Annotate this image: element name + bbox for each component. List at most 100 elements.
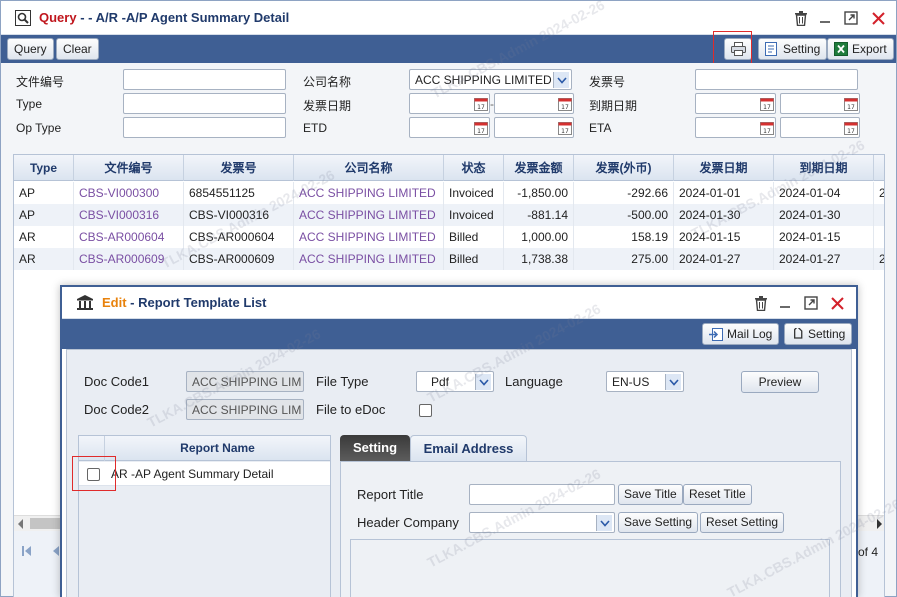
minimize-icon[interactable] (776, 294, 794, 312)
op-type-input[interactable] (123, 117, 286, 138)
chevron-down-icon[interactable] (665, 374, 681, 390)
invoice-date-label: 发票日期 (303, 99, 352, 113)
col-header-invoice-date[interactable]: 发票日期 (674, 155, 774, 181)
company-select[interactable]: ACC SHIPPING LIMITED (409, 69, 572, 90)
etd-from[interactable]: 17 (409, 117, 490, 138)
type-input[interactable] (123, 93, 286, 114)
cell-type: AR (14, 226, 74, 248)
eta-to[interactable]: 17 (780, 117, 860, 138)
dialog-setting-button[interactable]: Setting (784, 323, 853, 345)
scroll-right-icon[interactable] (877, 519, 882, 529)
mail-log-button[interactable]: Mail Log (702, 323, 780, 345)
tab-email-address[interactable]: Email Address (410, 435, 527, 461)
tab-setting[interactable]: Setting (340, 435, 410, 461)
col-header-status[interactable]: 状态 (444, 155, 504, 181)
col-header-due-date[interactable]: 到期日期 (774, 155, 874, 181)
cell-doc-no-link[interactable]: CBS-VI000300 (74, 182, 184, 204)
calendar-icon[interactable]: 17 (558, 97, 572, 111)
etd-label: ETD (303, 121, 327, 135)
invoice-date-from[interactable]: 17 (409, 93, 490, 114)
close-icon[interactable] (869, 9, 887, 27)
scroll-thumb[interactable] (30, 518, 60, 529)
header-company-select[interactable] (469, 512, 615, 533)
col-header-amount[interactable]: 发票金额 (504, 155, 574, 181)
calendar-icon[interactable]: 17 (474, 121, 488, 135)
reset-setting-button[interactable]: Reset Setting (700, 512, 785, 533)
close-icon[interactable] (828, 294, 846, 312)
minimize-icon[interactable] (816, 9, 834, 27)
cell-doc-no-link[interactable]: CBS-AR000604 (74, 226, 184, 248)
etd-to[interactable]: 17 (494, 117, 574, 138)
col-header-company[interactable]: 公司名称 (294, 155, 444, 181)
cell-foreign-amount: 158.19 (574, 226, 674, 248)
maximize-icon[interactable] (842, 9, 860, 27)
cell-amount: 1,738.38 (504, 248, 574, 270)
setting-button[interactable]: Setting (758, 38, 828, 60)
calendar-icon[interactable]: 17 (760, 121, 774, 135)
cell-company-link[interactable]: ACC SHIPPING LIMITED (294, 204, 444, 226)
dialog-title: Edit - Report Template List (102, 295, 266, 310)
file-type-select[interactable]: Pdf (416, 371, 494, 392)
cell-company-link[interactable]: ACC SHIPPING LIMITED (294, 226, 444, 248)
calendar-icon[interactable]: 17 (844, 97, 858, 111)
chevron-down-icon[interactable] (553, 72, 569, 88)
cell-overflow: 2 (874, 248, 884, 270)
cell-overflow: 2 (874, 182, 884, 204)
query-button[interactable]: Query (7, 38, 54, 60)
table-row[interactable]: AP CBS-VI000300 6854551125 ACC SHIPPING … (14, 182, 884, 204)
cell-company-link[interactable]: ACC SHIPPING LIMITED (294, 182, 444, 204)
report-name-header[interactable]: Report Name (105, 436, 330, 461)
cell-company-link[interactable]: ACC SHIPPING LIMITED (294, 248, 444, 270)
preview-button[interactable]: Preview (741, 371, 819, 393)
cell-due-date: 2024-01-15 (774, 226, 874, 248)
table-row[interactable]: AR CBS-AR000604 CBS-AR000604 ACC SHIPPIN… (14, 226, 884, 248)
prev-page-icon[interactable] (52, 545, 60, 557)
doc-no-input[interactable] (123, 69, 286, 90)
trash-icon[interactable] (792, 9, 810, 27)
invoice-date-to[interactable]: 17 (494, 93, 574, 114)
table-row[interactable]: AR CBS-AR000609 CBS-AR000609 ACC SHIPPIN… (14, 248, 884, 270)
doc-code2-input: ACC SHIPPING LIM (186, 399, 304, 420)
file-to-edoc-checkbox[interactable] (419, 404, 432, 417)
window-title-prefix: Query (39, 10, 77, 25)
trash-icon[interactable] (752, 294, 770, 312)
svg-text:17: 17 (561, 104, 569, 111)
reset-title-button[interactable]: Reset Title (683, 484, 752, 505)
calendar-icon[interactable]: 17 (558, 121, 572, 135)
maximize-icon[interactable] (802, 294, 820, 312)
excel-icon (834, 42, 848, 56)
cell-status: Invoiced (444, 182, 504, 204)
calendar-icon[interactable]: 17 (474, 97, 488, 111)
save-title-button[interactable]: Save Title (618, 484, 683, 505)
chevron-down-icon[interactable] (475, 374, 491, 390)
eta-from[interactable]: 17 (695, 117, 776, 138)
list-item[interactable]: AR -AP Agent Summary Detail (79, 462, 330, 486)
col-header-doc-no[interactable]: 文件编号 (74, 155, 184, 181)
svg-text:17: 17 (561, 128, 569, 135)
first-page-icon[interactable] (22, 545, 32, 557)
cell-invoice-no: CBS-VI000316 (184, 204, 294, 226)
cell-amount: 1,000.00 (504, 226, 574, 248)
table-row[interactable]: AP CBS-VI000316 CBS-VI000316 ACC SHIPPIN… (14, 204, 884, 226)
clear-button[interactable]: Clear (56, 38, 99, 60)
cell-doc-no-link[interactable]: CBS-AR000609 (74, 248, 184, 270)
calendar-icon[interactable]: 17 (844, 121, 858, 135)
due-date-from[interactable]: 17 (695, 93, 776, 114)
col-header-type[interactable]: Type (14, 155, 74, 181)
calendar-icon[interactable]: 17 (760, 97, 774, 111)
save-setting-button[interactable]: Save Setting (618, 512, 699, 533)
col-header-invoice-no[interactable]: 发票号 (184, 155, 294, 181)
col-header-foreign-amount[interactable]: 发票(外币) (574, 155, 674, 181)
export-button[interactable]: Export (827, 38, 894, 60)
due-date-to[interactable]: 17 (780, 93, 860, 114)
cell-doc-no-link[interactable]: CBS-VI000316 (74, 204, 184, 226)
report-template-dialog: Edit - Report Template List Mail Log Set… (60, 285, 897, 597)
scroll-left-icon[interactable] (18, 519, 23, 529)
chevron-down-icon[interactable] (596, 515, 612, 531)
type-label: Type (16, 97, 43, 111)
language-select[interactable]: EN-US (606, 371, 684, 392)
report-title-input[interactable] (469, 484, 615, 505)
invoice-no-input[interactable] (695, 69, 858, 90)
bank-icon (77, 295, 93, 310)
eta-label: ETA (589, 121, 612, 135)
